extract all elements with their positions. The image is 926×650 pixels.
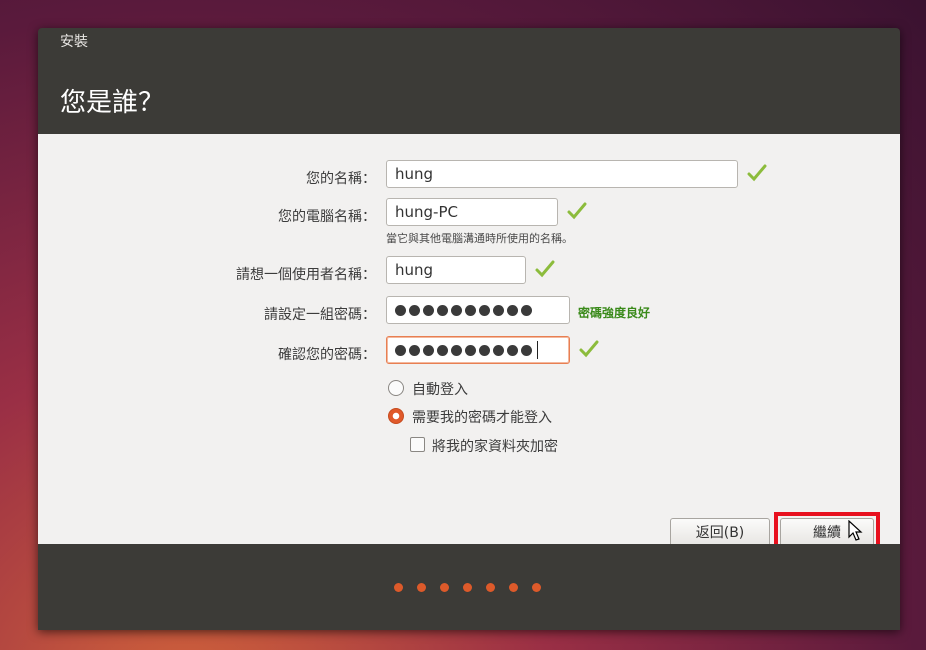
name-field[interactable] bbox=[386, 160, 738, 188]
encrypt-home-label[interactable]: 將我的家資料夾加密 bbox=[432, 436, 558, 456]
page-heading: 您是誰？ bbox=[60, 88, 165, 118]
computer-name-hint: 當它與其他電腦溝通時所使用的名稱。 bbox=[386, 232, 573, 245]
check-icon bbox=[567, 202, 587, 220]
check-icon bbox=[535, 260, 555, 278]
confirm-password-label: 確認您的密碼： bbox=[278, 347, 376, 363]
progress-dot bbox=[463, 583, 472, 592]
require-password-label[interactable]: 需要我的密碼才能登入 bbox=[412, 407, 552, 427]
password-field[interactable] bbox=[386, 296, 570, 324]
check-icon bbox=[579, 340, 599, 358]
confirm-password-mask bbox=[395, 337, 561, 363]
progress-dot bbox=[509, 583, 518, 592]
auto-login-label[interactable]: 自動登入 bbox=[412, 379, 468, 399]
password-label: 請設定一組密碼： bbox=[264, 307, 376, 323]
require-password-radio[interactable] bbox=[388, 408, 404, 424]
progress-dot bbox=[394, 583, 403, 592]
name-label: 您的名稱： bbox=[306, 171, 376, 187]
progress-dot bbox=[440, 583, 449, 592]
username-label: 請想一個使用者名稱： bbox=[236, 267, 376, 283]
installer-window: 安裝 您是誰？ 您的名稱： 您的電腦名稱： 當它與其他電腦溝通時所使用的名稱。 … bbox=[38, 28, 900, 630]
form-panel: 您的名稱： 您的電腦名稱： 當它與其他電腦溝通時所使用的名稱。 請想一個使用者名… bbox=[38, 134, 900, 554]
progress-dot bbox=[417, 583, 426, 592]
check-icon bbox=[747, 164, 767, 182]
password-strength: 密碼強度良好 bbox=[578, 306, 651, 320]
auto-login-radio[interactable] bbox=[388, 380, 404, 396]
username-field[interactable] bbox=[386, 256, 526, 284]
confirm-password-field[interactable] bbox=[386, 336, 570, 364]
progress-footer bbox=[38, 544, 900, 630]
computer-name-label: 您的電腦名稱： bbox=[278, 209, 376, 225]
mouse-cursor-icon bbox=[848, 520, 863, 541]
computer-name-field[interactable] bbox=[386, 198, 558, 226]
window-title: 安裝 bbox=[60, 34, 88, 50]
encrypt-home-checkbox[interactable] bbox=[410, 437, 425, 452]
password-mask bbox=[395, 297, 561, 323]
progress-dot bbox=[532, 583, 541, 592]
progress-dot bbox=[486, 583, 495, 592]
